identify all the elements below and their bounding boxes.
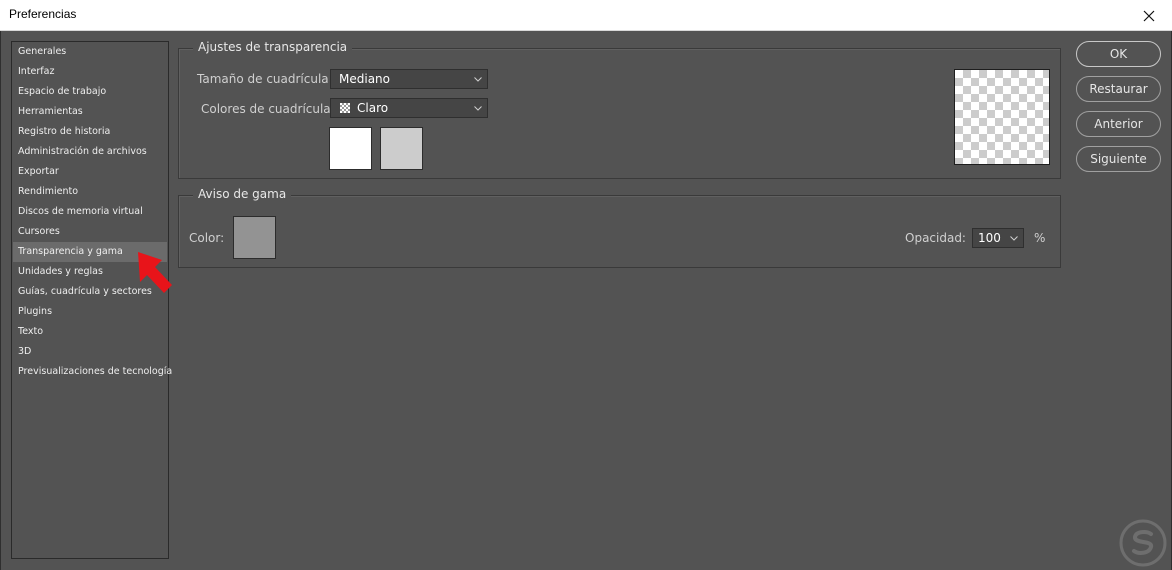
sidebar-item-texto[interactable]: Texto — [13, 322, 167, 342]
sidebar-item-3d[interactable]: 3D — [13, 342, 167, 362]
opacity-value: 100 — [978, 231, 1001, 245]
sidebar-item-cursores[interactable]: Cursores — [13, 222, 167, 242]
close-icon — [1143, 10, 1155, 21]
chevron-down-icon — [472, 70, 484, 88]
sidebar-item-registro-de-historia[interactable]: Registro de historia — [13, 122, 167, 142]
transparency-settings-legend: Ajustes de transparencia — [193, 40, 353, 54]
sidebar-item-espacio-de-trabajo[interactable]: Espacio de trabajo — [13, 82, 167, 102]
grid-colors-select[interactable]: Claro — [330, 98, 488, 118]
sidebar-item-exportar[interactable]: Exportar — [13, 162, 167, 182]
restore-button[interactable]: Restaurar — [1076, 76, 1161, 102]
next-button[interactable]: Siguiente — [1076, 146, 1161, 172]
grid-size-label: Tamaño de cuadrícula: — [197, 72, 333, 86]
transparency-preview — [954, 69, 1050, 165]
sidebar-item-discos-de-memoria-virtual[interactable]: Discos de memoria virtual — [13, 202, 167, 222]
gamut-color-swatch[interactable] — [233, 216, 276, 259]
opacity-field[interactable]: 100 — [972, 228, 1024, 248]
grid-color-1-swatch[interactable] — [329, 127, 372, 170]
sidebar-item-herramientas[interactable]: Herramientas — [13, 102, 167, 122]
grid-size-select[interactable]: Mediano — [330, 69, 488, 89]
opacity-unit: % — [1034, 231, 1046, 245]
preferences-sidebar: Generales Interfaz Espacio de trabajo He… — [11, 41, 172, 559]
window-border-left — [0, 31, 1, 570]
ok-button[interactable]: OK — [1076, 41, 1161, 67]
grid-color-2-swatch[interactable] — [380, 127, 423, 170]
opacity-label: Opacidad: — [905, 231, 966, 245]
window-title: Preferencias — [9, 7, 77, 21]
red-arrow-annotation-icon — [138, 252, 172, 293]
chevron-down-icon[interactable] — [1008, 229, 1020, 247]
checker-icon — [340, 103, 350, 113]
sidebar-item-generales[interactable]: Generales — [13, 42, 167, 62]
gamut-color-label: Color: — [189, 231, 225, 245]
grid-colors-label: Colores de cuadrícula: — [201, 102, 335, 116]
sidebar-item-previsualizaciones-de-tecnologia[interactable]: Previsualizaciones de tecnología — [13, 362, 172, 382]
sidebar-item-interfaz[interactable]: Interfaz — [13, 62, 167, 82]
watermark-logo-icon — [1119, 519, 1167, 567]
close-button[interactable] — [1126, 0, 1172, 31]
title-bar: Preferencias — [0, 0, 1172, 31]
sidebar-item-administracion-de-archivos[interactable]: Administración de archivos — [13, 142, 167, 162]
gamut-warning-legend: Aviso de gama — [193, 187, 292, 201]
grid-colors-value: Claro — [357, 101, 389, 115]
previous-button[interactable]: Anterior — [1076, 111, 1161, 137]
grid-size-value: Mediano — [339, 72, 390, 86]
sidebar-item-plugins[interactable]: Plugins — [13, 302, 167, 322]
sidebar-item-rendimiento[interactable]: Rendimiento — [13, 182, 167, 202]
chevron-down-icon — [472, 99, 484, 117]
